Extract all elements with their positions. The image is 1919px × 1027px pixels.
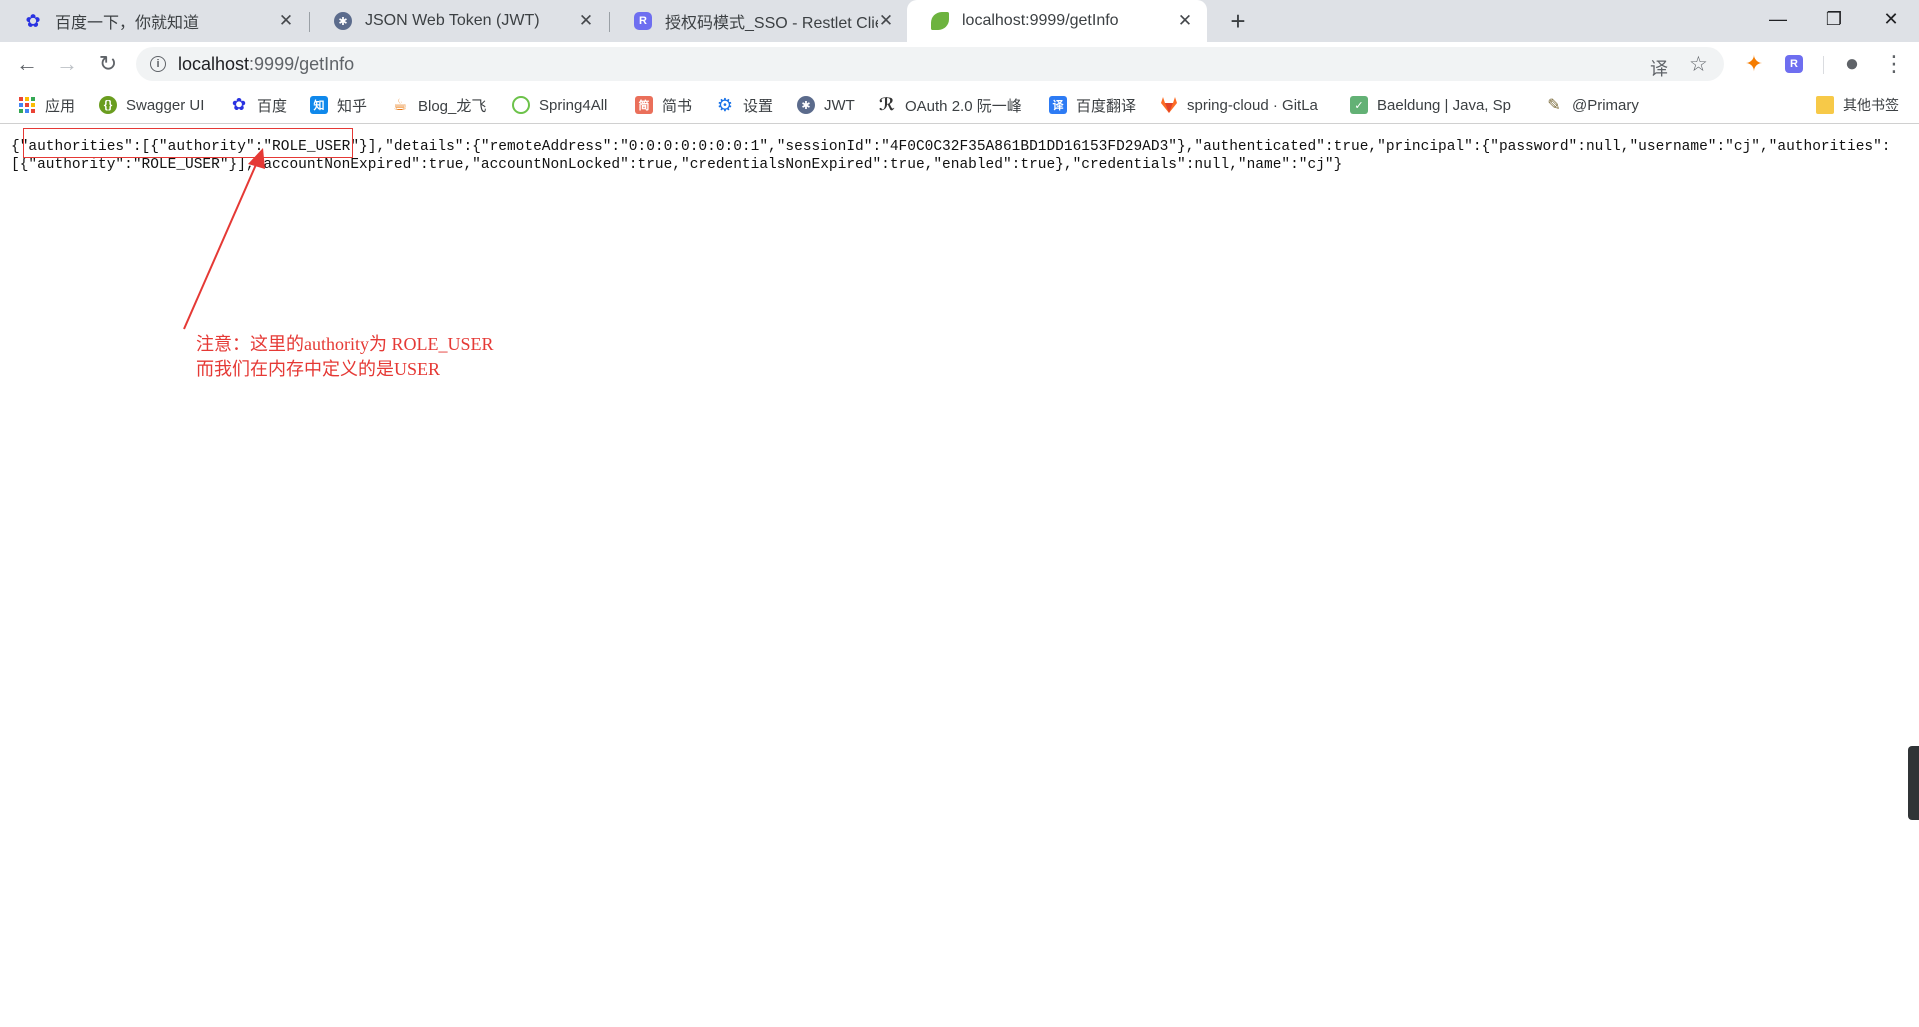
- baidu-paw-icon: ✿: [25, 10, 41, 31]
- address-url: localhost:9999/getInfo: [178, 54, 354, 75]
- zhihu-icon: 知: [310, 96, 328, 114]
- bookmark-label: @Primary: [1572, 96, 1639, 114]
- window-close-button[interactable]: ✕: [1863, 0, 1919, 38]
- jwt-icon: ✱: [797, 96, 815, 114]
- tab-title: 授权码模式_SSO - Restlet Client: [665, 15, 878, 32]
- new-tab-button[interactable]: +: [1223, 6, 1253, 36]
- url-host: localhost: [178, 53, 250, 74]
- baeldung-icon: ✓: [1350, 96, 1368, 114]
- jianshu-icon: 简: [635, 96, 653, 114]
- bookmark-jwt[interactable]: ✱ JWT: [797, 94, 855, 116]
- annotation-line: 注意：这里的authority为 ROLE_USER: [196, 334, 494, 354]
- restore-button[interactable]: ❐: [1806, 0, 1862, 38]
- bookmark-swagger[interactable]: {} Swagger UI: [99, 94, 204, 116]
- tab-title: JSON Web Token (JWT): [365, 12, 540, 29]
- bookmark-label: 简书: [662, 97, 693, 115]
- menu-icon[interactable]: ⋮: [1878, 48, 1910, 80]
- url-path: :9999/getInfo: [249, 53, 355, 74]
- baidu-paw-icon: ✿: [231, 95, 247, 114]
- bookmark-label: 设置: [743, 97, 774, 115]
- translate-icon[interactable]: 译: [1650, 55, 1668, 81]
- other-bookmarks[interactable]: 其他书签: [1816, 94, 1899, 116]
- annotation-line: 而我们在内存中定义的是USER: [196, 359, 441, 379]
- bookmark-gitlab[interactable]: spring-cloud · GitLa: [1160, 94, 1318, 116]
- forward-button[interactable]: →: [51, 48, 83, 80]
- bookmark-primary[interactable]: ✎ @Primary: [1545, 94, 1639, 116]
- apps-grid-icon: [18, 96, 36, 114]
- bookmark-label: Swagger UI: [126, 96, 205, 114]
- bookmark-oauth[interactable]: ℛ OAuth 2.0 阮一峰: [878, 94, 1022, 116]
- restlet-icon: R: [1785, 55, 1803, 73]
- jwt-icon: ✱: [334, 12, 352, 30]
- tab-title: 百度一下，你就知道: [55, 15, 200, 32]
- bookmark-label: Spring4All: [539, 96, 608, 114]
- spring4all-icon: [512, 96, 530, 114]
- bookmark-spring4all[interactable]: Spring4All: [512, 94, 607, 116]
- close-icon[interactable]: ✕: [1177, 11, 1193, 31]
- bookmark-label: 应用: [45, 97, 76, 115]
- bookmark-settings[interactable]: ⚙ 设置: [716, 94, 773, 116]
- bookmarks-bar: 应用 {} Swagger UI ✿ 百度 知 知乎 ☕ Blog_龙飞 Spr…: [0, 86, 1919, 124]
- tab-getinfo[interactable]: localhost:9999/getInfo ✕: [907, 0, 1207, 42]
- annotation-arrow: [183, 148, 265, 330]
- tab-restlet[interactable]: R 授权码模式_SSO - Restlet Client ✕: [610, 0, 908, 42]
- restlet-icon: R: [634, 12, 652, 30]
- bookmark-jianshu[interactable]: 简 简书: [635, 94, 692, 116]
- bookmark-zhihu[interactable]: 知 知乎: [310, 94, 367, 116]
- close-icon[interactable]: ✕: [278, 11, 294, 31]
- close-icon[interactable]: ✕: [578, 11, 594, 31]
- bookmark-label: spring-cloud · GitLa: [1187, 96, 1318, 114]
- annotation-note: 注意：这里的authority为 ROLE_USER 而我们在内存中定义的是US…: [196, 332, 494, 382]
- bookmark-label: 百度: [257, 97, 288, 115]
- bookmark-baidu[interactable]: ✿ 百度: [230, 94, 287, 116]
- extension-icon[interactable]: ✦: [1738, 48, 1770, 80]
- bookmark-label: 知乎: [337, 97, 368, 115]
- gear-icon: ⚙: [716, 94, 734, 115]
- tab-title: localhost:9999/getInfo: [962, 12, 1119, 29]
- bookmark-label: Baeldung | Java, Sp: [1377, 96, 1511, 114]
- side-panel-handle[interactable]: [1908, 746, 1919, 820]
- gitlab-icon: [1160, 96, 1178, 114]
- tab-jwt[interactable]: ✱ JSON Web Token (JWT) ✕: [310, 0, 608, 42]
- translate-icon: 译: [1049, 96, 1067, 114]
- reload-button[interactable]: ↻: [92, 48, 124, 80]
- other-bookmarks-label: 其他书签: [1843, 97, 1899, 113]
- oauth-icon: ℛ: [879, 95, 895, 114]
- primary-icon: ✎: [1547, 97, 1561, 114]
- close-icon[interactable]: ✕: [878, 11, 894, 31]
- toolbar-divider: [1823, 56, 1824, 74]
- bookmark-label: Blog_龙飞: [418, 97, 487, 115]
- bookmark-blog[interactable]: ☕ Blog_龙飞: [391, 94, 487, 116]
- bookmark-label: 百度翻译: [1076, 97, 1137, 115]
- folder-icon: [1816, 96, 1834, 114]
- site-info-icon[interactable]: i: [150, 56, 166, 72]
- back-button[interactable]: ←: [11, 48, 43, 80]
- bookmark-baidu-translate[interactable]: 译 百度翻译: [1049, 94, 1136, 116]
- tab-strip: ✿ 百度一下，你就知道 ✕ ✱ JSON Web Token (JWT) ✕ R…: [0, 0, 1919, 42]
- page-content: {"authorities":[{"authority":"ROLE_USER"…: [0, 124, 1919, 1027]
- address-bar[interactable]: i localhost:9999/getInfo 译 ☆: [136, 47, 1724, 81]
- browser-toolbar: ← → ↻ i localhost:9999/getInfo 译 ☆ ✦ R ●…: [0, 42, 1919, 86]
- bookmark-apps[interactable]: 应用: [18, 94, 75, 116]
- spring-leaf-icon: [931, 12, 949, 30]
- bookmark-baeldung[interactable]: ✓ Baeldung | Java, Sp: [1350, 94, 1511, 116]
- tab-baidu[interactable]: ✿ 百度一下，你就知道 ✕: [0, 0, 308, 42]
- profile-icon[interactable]: ●: [1836, 48, 1868, 80]
- restlet-extension-icon[interactable]: R: [1778, 48, 1810, 80]
- java-icon: ☕: [392, 97, 408, 114]
- minimize-button[interactable]: —: [1750, 0, 1806, 38]
- bookmark-star-icon[interactable]: ☆: [1689, 52, 1708, 77]
- bookmark-label: OAuth 2.0 阮一峰: [905, 97, 1022, 115]
- swagger-icon: {}: [99, 96, 117, 114]
- bookmark-label: JWT: [824, 96, 855, 114]
